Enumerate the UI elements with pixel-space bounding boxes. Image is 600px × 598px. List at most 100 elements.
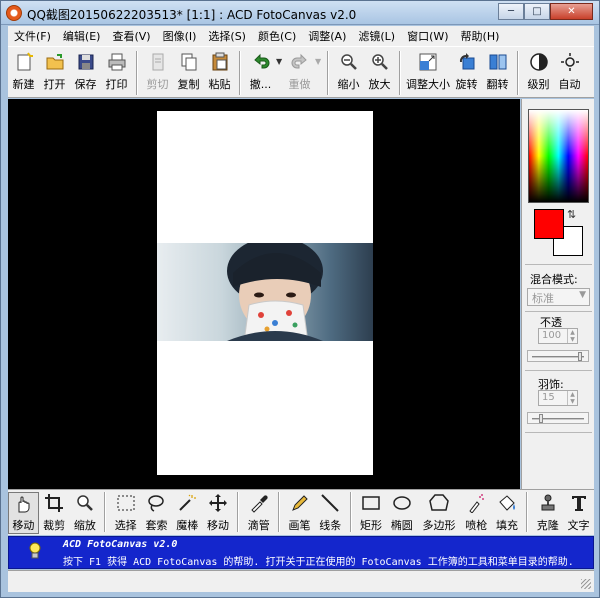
tools-toolbar: 移动 裁剪 缩放 选择 套索 魔棒 移动 滴管 画笔 线条 矩形 椭圆 多边形 … xyxy=(8,489,594,535)
tool-dropper[interactable]: 滴管 xyxy=(243,492,274,534)
eyedropper-icon xyxy=(248,492,270,514)
polygon-icon xyxy=(428,492,450,514)
menu-window[interactable]: 窗口(W) xyxy=(401,28,454,44)
undo-dropdown-icon[interactable]: ▼ xyxy=(276,57,284,66)
spin-arrows-icon[interactable]: ▲ ▼ xyxy=(567,329,577,343)
zoom-out-button[interactable]: 缩小 xyxy=(333,51,364,92)
chevron-down-icon: ▼ xyxy=(579,290,586,300)
flip-button[interactable]: 翻转 xyxy=(482,51,513,92)
clone-stamp-icon xyxy=(537,492,559,514)
paint-bucket-icon xyxy=(496,492,518,514)
menu-select[interactable]: 选择(S) xyxy=(202,28,252,44)
cut-button[interactable]: 剪切 xyxy=(142,51,173,92)
document-page[interactable] xyxy=(157,111,373,475)
save-button[interactable]: 保存 xyxy=(70,51,101,92)
paste-clipboard-icon xyxy=(209,51,231,73)
levels-button[interactable]: 级别 xyxy=(523,51,554,92)
primary-color-swatch[interactable] xyxy=(534,209,564,239)
open-button[interactable]: 打开 xyxy=(39,51,70,92)
menu-file[interactable]: 文件(F) xyxy=(8,28,57,44)
bottom-strip xyxy=(8,570,594,592)
opacity-spinbox[interactable]: 100 ▲ ▼ xyxy=(538,328,578,344)
tool-move-selection[interactable]: 移动 xyxy=(203,492,234,534)
blend-mode-select[interactable]: 标准 ▼ xyxy=(527,288,590,306)
tool-magic-wand[interactable]: 魔棒 xyxy=(172,492,203,534)
canvas-area[interactable] xyxy=(8,99,520,489)
text-tool-icon xyxy=(568,492,590,514)
menu-image[interactable]: 图像(I) xyxy=(157,28,203,44)
menu-adjust[interactable]: 调整(A) xyxy=(302,28,352,44)
opacity-value: 100 xyxy=(542,330,562,341)
photo-image[interactable] xyxy=(157,243,373,341)
tool-fill[interactable]: 填充 xyxy=(492,492,523,534)
zoom-out-icon xyxy=(338,51,360,73)
tool-pencil[interactable]: 画笔 xyxy=(284,492,315,534)
tool-lasso[interactable]: 套索 xyxy=(141,492,172,534)
portrait-photo xyxy=(227,243,323,341)
toolbar-separator xyxy=(278,492,281,532)
auto-button[interactable]: 自动 xyxy=(554,51,585,92)
tool-line[interactable]: 线条 xyxy=(315,492,346,534)
zoom-in-icon xyxy=(369,51,391,73)
toolbar-separator xyxy=(327,51,329,95)
lasso-icon xyxy=(145,492,167,514)
toolbar-separator xyxy=(237,492,240,532)
resize-grip-icon[interactable] xyxy=(581,579,591,589)
tool-rectangle[interactable]: 矩形 xyxy=(356,492,387,534)
maximize-button[interactable]: □ xyxy=(524,3,550,20)
redo-button[interactable]: 重做 xyxy=(284,51,315,92)
toolbar-separator xyxy=(517,51,519,95)
color-palette[interactable] xyxy=(528,109,589,203)
feather-slider[interactable] xyxy=(527,412,589,424)
toolbar-separator xyxy=(239,51,241,95)
paste-button[interactable]: 粘贴 xyxy=(204,51,235,92)
tool-zoom[interactable]: 缩放 xyxy=(70,492,101,534)
tool-clone[interactable]: 克隆 xyxy=(532,492,563,534)
tool-polygon[interactable]: 多边形 xyxy=(417,492,461,534)
menu-filter[interactable]: 滤镜(L) xyxy=(352,28,401,44)
feather-value: 15 xyxy=(542,392,555,403)
toolbar-separator xyxy=(349,492,352,532)
tool-select[interactable]: 选择 xyxy=(110,492,141,534)
slider-thumb[interactable] xyxy=(578,352,582,361)
resize-button[interactable]: 调整大小 xyxy=(405,51,451,92)
redo-arrow-icon xyxy=(289,51,311,73)
line-icon xyxy=(319,492,341,514)
menu-bar: 文件(F) 编辑(E) 查看(V) 图像(I) 选择(S) 颜色(C) 调整(A… xyxy=(8,26,594,46)
menu-help[interactable]: 帮助(H) xyxy=(455,28,506,44)
app-window: QQ截图20150622203513* [1:1] : ACD FotoCanv… xyxy=(0,0,600,598)
blend-mode-value: 标准 xyxy=(532,292,554,305)
swap-colors-icon[interactable]: ⇅ xyxy=(567,208,576,221)
blend-mode-label: 混合模式: xyxy=(530,273,578,286)
title-bar[interactable]: QQ截图20150622203513* [1:1] : ACD FotoCanv… xyxy=(1,1,599,25)
tool-airbrush[interactable]: 喷枪 xyxy=(461,492,492,534)
status-bar: ACD FotoCanvas v2.0 按下 F1 获得 ACD FotoCan… xyxy=(8,536,594,569)
tool-crop[interactable]: 裁剪 xyxy=(39,492,70,534)
new-button[interactable]: 新建 xyxy=(8,51,39,92)
open-folder-icon xyxy=(44,51,66,73)
tool-text[interactable]: 文字 xyxy=(563,492,594,534)
menu-edit[interactable]: 编辑(E) xyxy=(57,28,107,44)
opacity-slider[interactable] xyxy=(527,350,589,362)
menu-view[interactable]: 查看(V) xyxy=(106,28,156,44)
airbrush-icon xyxy=(465,492,487,514)
ellipse-icon xyxy=(391,492,413,514)
magic-wand-icon xyxy=(176,492,198,514)
cut-icon xyxy=(147,51,169,73)
spin-arrows-icon[interactable]: ▲ ▼ xyxy=(567,391,577,405)
rotate-button[interactable]: 旋转 xyxy=(451,51,482,92)
copy-button[interactable]: 复制 xyxy=(173,51,204,92)
feather-spinbox[interactable]: 15 ▲ ▼ xyxy=(538,390,578,406)
tool-move[interactable]: 移动 xyxy=(8,492,39,534)
menu-color[interactable]: 颜色(C) xyxy=(252,28,302,44)
zoom-in-button[interactable]: 放大 xyxy=(364,51,395,92)
slider-thumb[interactable] xyxy=(539,414,543,423)
copy-icon xyxy=(178,51,200,73)
redo-dropdown-icon[interactable]: ▼ xyxy=(315,57,323,66)
close-button[interactable]: ✕ xyxy=(550,3,593,20)
tool-ellipse[interactable]: 椭圆 xyxy=(386,492,417,534)
status-message: 按下 F1 获得 ACD FotoCanvas 的帮助. 打开关于正在使用的 F… xyxy=(63,557,574,568)
print-button[interactable]: 打印 xyxy=(101,51,132,92)
minimize-button[interactable]: ─ xyxy=(498,3,524,20)
undo-button[interactable]: 撤... xyxy=(245,51,276,92)
